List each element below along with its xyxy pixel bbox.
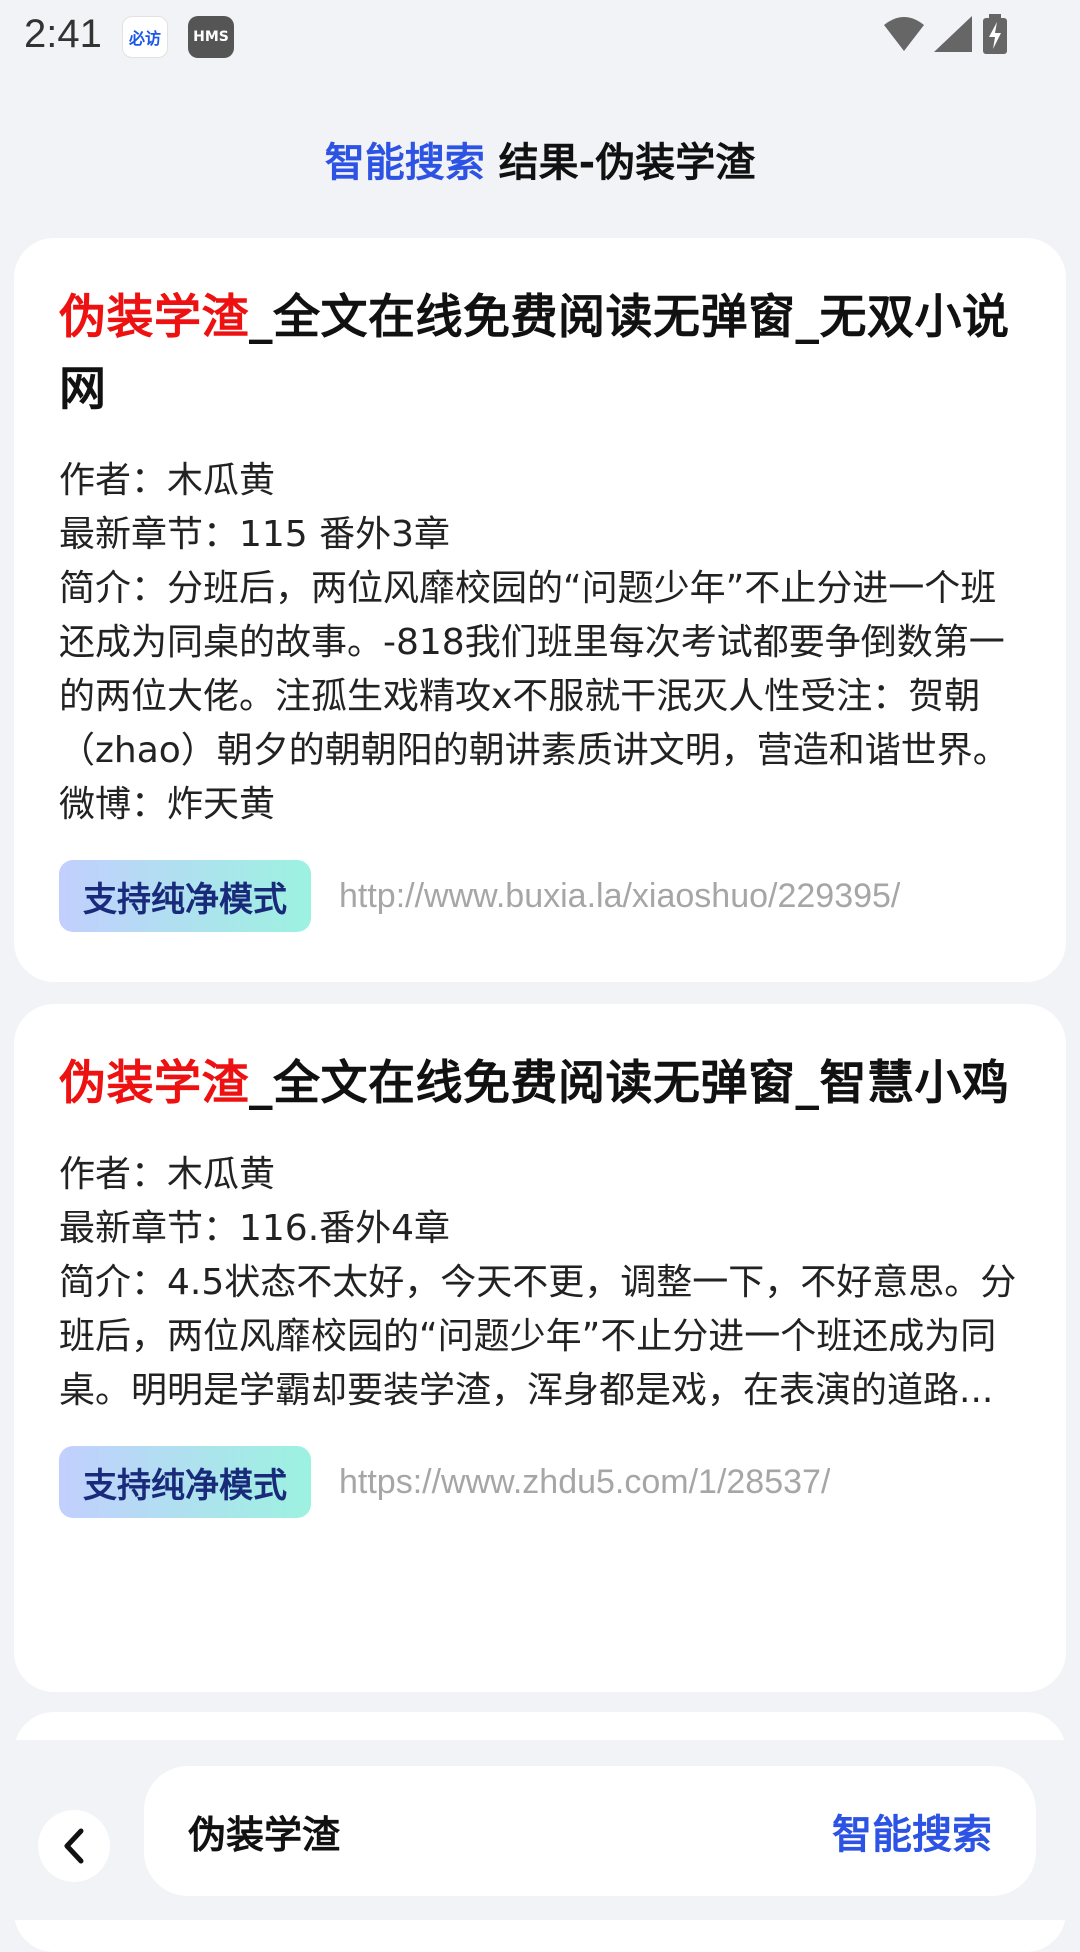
result-footer: 支持纯净模式 http://www.buxia.la/xiaoshuo/2293…	[59, 860, 1022, 932]
result-card[interactable]: 伪装学渣_全文在线免费阅读无弹窗_无双小说网 作者：木瓜黄 最新章节：115 番…	[14, 238, 1066, 982]
smart-search-button[interactable]: 智能搜索	[832, 1802, 992, 1860]
result-card[interactable]: 伪装学渣_全文在线免费阅读无弹窗_智慧小鸡 作者：木瓜黄 最新章节：116.番外…	[14, 1004, 1066, 1692]
result-title[interactable]: 伪装学渣_全文在线免费阅读无弹窗_无双小说网	[59, 282, 1022, 426]
page-title-rest: 结果-伪装学渣	[484, 140, 756, 186]
search-input[interactable]	[188, 1809, 832, 1853]
result-author: 作者：木瓜黄	[59, 1154, 276, 1195]
pure-mode-tag: 支持纯净模式	[59, 1446, 311, 1518]
result-author: 作者：木瓜黄	[59, 460, 276, 501]
bottom-search-bar: 智能搜索	[0, 1740, 1080, 1920]
result-latest-chapter: 最新章节：115 番外3章	[59, 514, 451, 555]
result-url[interactable]: http://www.buxia.la/xiaoshuo/229395/	[339, 877, 900, 916]
status-time: 2:41	[24, 12, 102, 56]
back-button[interactable]	[38, 1810, 110, 1882]
result-title[interactable]: 伪装学渣_全文在线免费阅读无弹窗_智慧小鸡	[59, 1048, 1022, 1120]
result-intro: 简介：分班后，两位风靡校园的“问题少年”不止分进一个班还成为同桌的故事。-818…	[59, 568, 1009, 825]
battery-charging-icon	[983, 14, 1007, 54]
result-latest-chapter: 最新章节：116.番外4章	[59, 1208, 451, 1249]
result-intro: 简介：4.5状态不太好，今天不更，调整一下，不好意思。分班后，两位风靡校园的“问…	[59, 1262, 1017, 1411]
result-url[interactable]: https://www.zhdu5.com/1/28537/	[339, 1463, 830, 1502]
signal-icon	[934, 16, 972, 52]
hms-app-icon: HMS	[188, 16, 234, 58]
search-box[interactable]: 智能搜索	[144, 1766, 1036, 1896]
status-bar: 2:41 必访 HMS	[0, 0, 1080, 80]
status-icons	[884, 14, 1008, 54]
bifang-app-icon: 必访	[122, 16, 168, 58]
result-title-highlight: 伪装学渣	[59, 1056, 249, 1111]
result-title-text: _全文在线免费阅读无弹窗_智慧小鸡	[249, 1056, 1010, 1111]
result-footer: 支持纯净模式 https://www.zhdu5.com/1/28537/	[59, 1446, 1022, 1518]
page-title-accent: 智能搜索	[324, 140, 485, 186]
pure-mode-tag: 支持纯净模式	[59, 860, 311, 932]
page-title: 智能搜索 结果-伪装学渣	[0, 130, 1080, 188]
result-title-highlight: 伪装学渣	[59, 290, 249, 345]
result-meta: 作者：木瓜黄 最新章节：116.番外4章 简介：4.5状态不太好，今天不更，调整…	[59, 1148, 1022, 1418]
chevron-left-icon	[64, 1828, 84, 1864]
result-meta: 作者：木瓜黄 最新章节：115 番外3章 简介：分班后，两位风靡校园的“问题少年…	[59, 454, 1022, 832]
wifi-icon	[884, 17, 924, 51]
